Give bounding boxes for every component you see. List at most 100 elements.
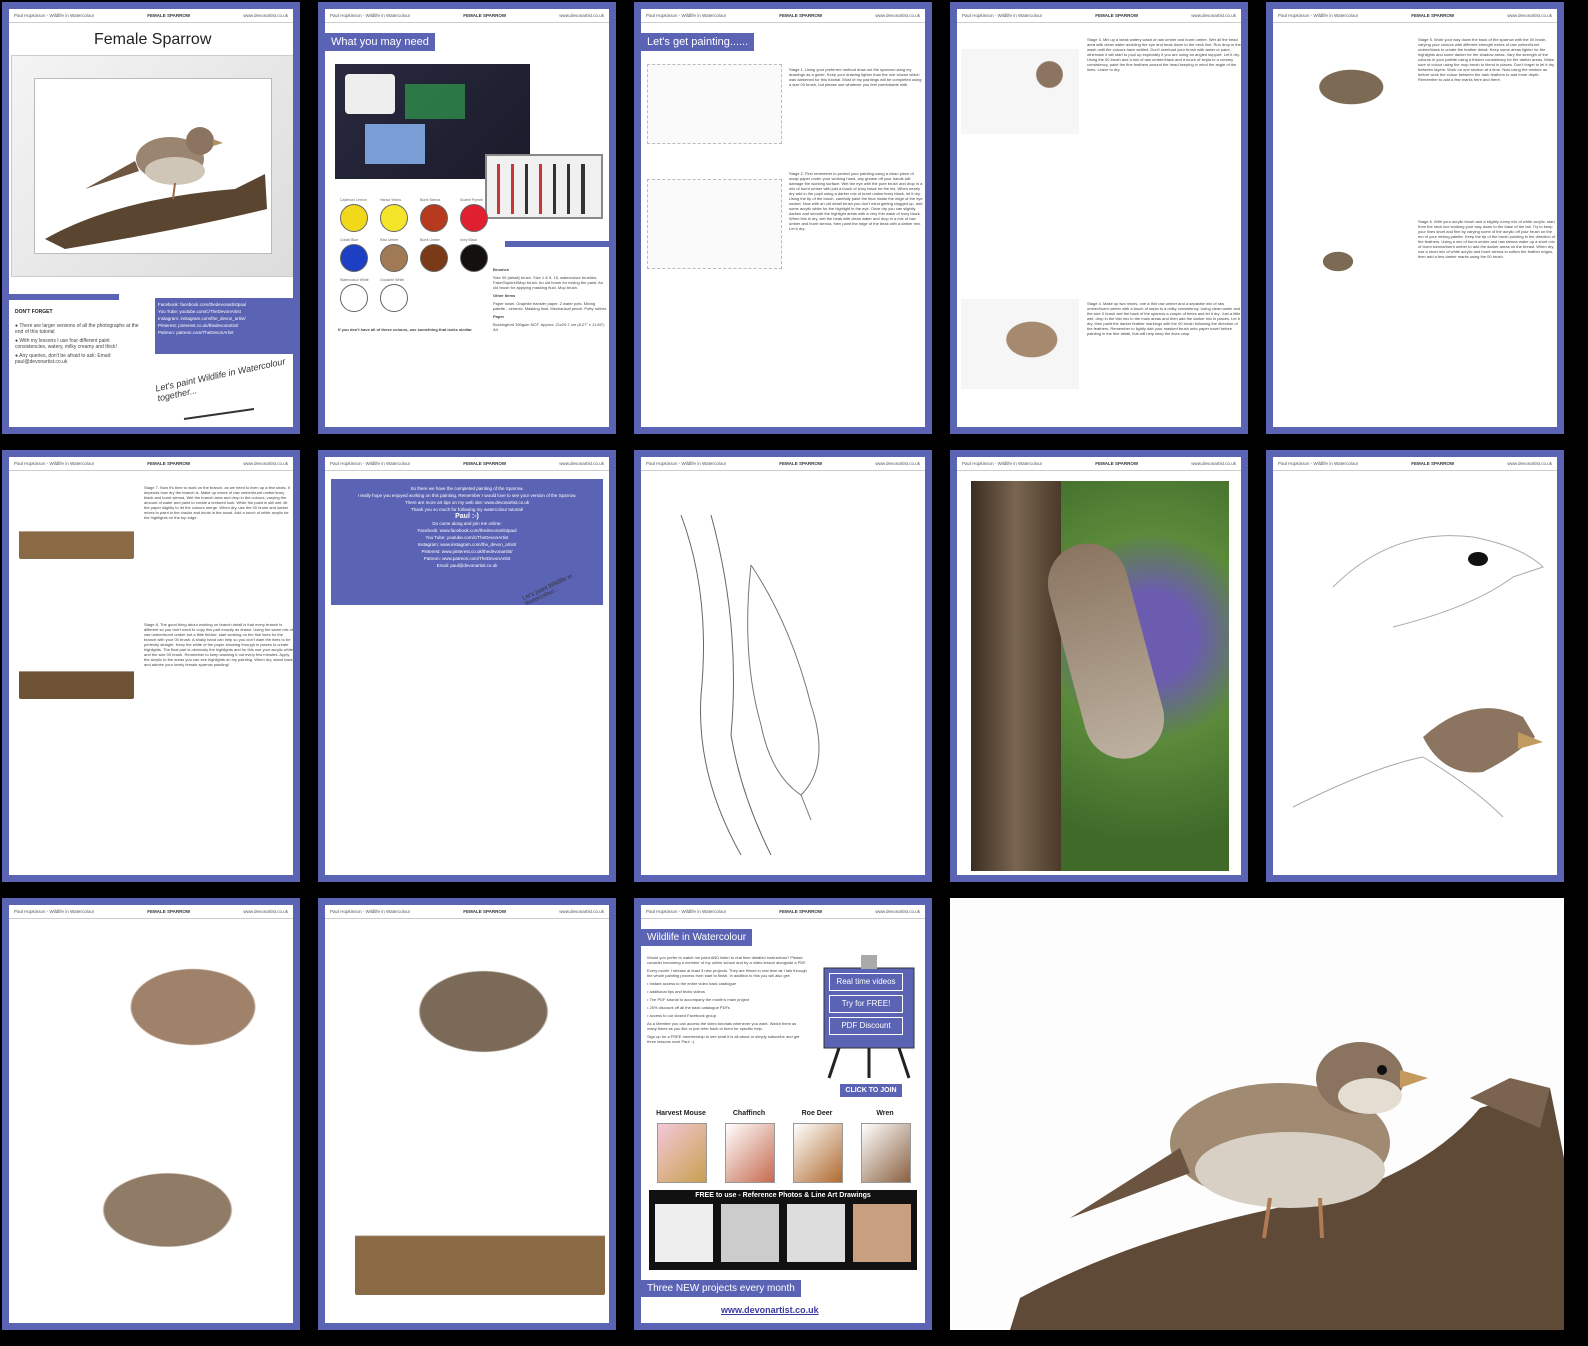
- paint-swatch: [340, 204, 368, 232]
- pdf-discount-button[interactable]: PDF Discount: [829, 1017, 903, 1035]
- colour-note: If you don't have all of these colours, …: [338, 327, 472, 332]
- social-pinterest[interactable]: Pinterest: pinterest.co.uk/thedevonartis…: [158, 322, 290, 329]
- stage-8-text: Stage 8. The good thing about working on…: [144, 622, 293, 667]
- brush-icon: [183, 408, 255, 420]
- three-new-banner: Three NEW projects every month: [641, 1280, 801, 1297]
- header-left: Paul Hopkinson - Wildlife in Watercolour: [1278, 461, 1359, 466]
- paint-swatch: [380, 244, 408, 272]
- free-resources-banner[interactable]: FREE to use - Reference Photos & Line Ar…: [649, 1190, 917, 1270]
- paper-text: Bockingford 300gsm NOT. Approx: 21x29.7 …: [493, 322, 605, 332]
- blue-divider: [9, 294, 119, 300]
- bullet-item-2: ● With my lessons I use four different p…: [15, 338, 140, 350]
- other-text: Paper towel. Graphite transfer paper. 2 …: [493, 301, 608, 311]
- page-14-content: Paul Hopkinson - Wildlife in Watercolour…: [641, 905, 925, 1323]
- header-center: FEMALE SPARROW: [779, 461, 823, 466]
- header-center: FEMALE SPARROW: [1095, 13, 1139, 18]
- page-10-content: Paul Hopkinson - Wildlife in Watercolour…: [1273, 457, 1557, 875]
- paint-label: Hansa Yellow: [380, 198, 402, 202]
- page-header: Paul Hopkinson - Wildlife in Watercolour…: [1273, 457, 1557, 471]
- click-to-join-button[interactable]: CLICK TO JOIN: [839, 1083, 903, 1098]
- project-thumb-chaffinch[interactable]: [725, 1123, 775, 1183]
- paint-swatch: [420, 204, 448, 232]
- page-header: Paul Hopkinson - Wildlife in Watercolour…: [1273, 9, 1557, 23]
- bullet-item-3: ● Any queries, don't be afraid to ask: E…: [15, 353, 140, 365]
- project-thumb-wren[interactable]: [861, 1123, 911, 1183]
- header-left: Paul Hopkinson - Wildlife in Watercolour: [962, 13, 1043, 18]
- sparrow-painting-image: [45, 127, 267, 249]
- benefit-text: access to our closed Facebook group: [649, 1013, 716, 1018]
- project-thumb-roe-deer[interactable]: [793, 1123, 843, 1183]
- header-center: FEMALE SPARROW: [463, 461, 507, 466]
- social-instagram[interactable]: Instagram: instagram.com/the_devon_artis…: [158, 315, 290, 322]
- header-left: Paul Hopkinson - Wildlife in Watercolour: [962, 461, 1043, 466]
- page-11-content: Paul Hopkinson - Wildlife in Watercolour…: [9, 905, 293, 1323]
- page-4-content: Paul Hopkinson - Wildlife in Watercolour…: [957, 9, 1241, 427]
- benefit-item: • The PDF tutorial to accompany the mont…: [647, 997, 807, 1002]
- social-youtube[interactable]: You Tube: youtube.com/c/TheDevonArtist: [158, 308, 290, 315]
- paint-label: Scarlet Pyrrole: [460, 198, 483, 202]
- header-left: Paul Hopkinson - Wildlife in Watercolour: [330, 461, 411, 466]
- header-left: Paul Hopkinson - Wildlife in Watercolour: [646, 13, 727, 18]
- header-right: www.devonartist.co.uk: [875, 13, 920, 18]
- paint-swatch: [380, 284, 408, 312]
- header-center: FEMALE SPARROW: [147, 461, 191, 466]
- progress-image-4: [355, 1145, 605, 1295]
- page-header: Paul Hopkinson - Wildlife in Watercolour…: [9, 457, 293, 471]
- materials-list: Brushes Size 00 (detail) brush. Size 1 &…: [493, 267, 608, 335]
- page-3-content: Paul Hopkinson - Wildlife in Watercolour…: [641, 9, 925, 427]
- header-right: www.devonartist.co.uk: [559, 13, 604, 18]
- paint-label: Cadmium Lemon: [340, 198, 367, 202]
- link-instagram[interactable]: Instagram: www.instagram.com/the_devon_a…: [337, 541, 597, 548]
- header-center: FEMALE SPARROW: [147, 13, 191, 18]
- paint-label: Burnt Umber: [420, 238, 440, 242]
- benefit-text: additional tips and tricks videos: [649, 989, 705, 994]
- thanks-line: Thank you so much for following my water…: [410, 507, 524, 512]
- header-left: Paul Hopkinson - Wildlife in Watercolour: [646, 909, 727, 914]
- page-11: Paul Hopkinson - Wildlife in Watercolour…: [2, 898, 300, 1330]
- project-thumb-harvest-mouse[interactable]: [657, 1123, 707, 1183]
- stage-3-text: Stage 3. Mix up a weak watery wash of ra…: [1087, 37, 1241, 72]
- signup-text: Sign up for a FREE membership to see wha…: [647, 1034, 800, 1044]
- section-heading: Let's get painting......: [641, 33, 755, 51]
- dont-forget-heading: DON'T FORGET: [15, 309, 53, 315]
- final-painting: [950, 898, 1564, 1330]
- benefit-item: • 25% discount off all the back catalogu…: [647, 1005, 807, 1010]
- page-header: Paul Hopkinson - Wildlife in Watercolour…: [325, 9, 609, 23]
- website-link[interactable]: www.devonartist.co.uk: [721, 1305, 819, 1315]
- page-12-content: Paul Hopkinson - Wildlife in Watercolour…: [325, 905, 609, 1323]
- paint-label: Ivory Black: [460, 238, 478, 242]
- brushes-title: Brushes: [493, 267, 608, 272]
- bullet-text: There are larger versions of all the pho…: [15, 323, 139, 335]
- line-drawing-2: [647, 179, 782, 269]
- project-label-roe-deer: Roe Deer: [801, 1110, 833, 1117]
- try-free-button[interactable]: Try for FREE!: [829, 995, 903, 1013]
- page-1-content: Paul Hopkinson - Wildlife in Watercolour…: [9, 9, 293, 427]
- page-14: Paul Hopkinson - Wildlife in Watercolour…: [634, 898, 932, 1330]
- paint-label: Burnt Sienna: [420, 198, 441, 202]
- link-youtube[interactable]: You Tube: youtube.com/c/TheDevonArtist: [337, 534, 597, 541]
- social-patreon[interactable]: Patreon: patreon.com/TheDevonArtist: [158, 329, 290, 336]
- paint-label: Cobalt Blue: [340, 238, 359, 242]
- header-center: FEMALE SPARROW: [463, 909, 507, 914]
- header-center: FEMALE SPARROW: [1411, 461, 1455, 466]
- link-pinterest[interactable]: Pinterest: www.pinterest.co.uk/thedevona…: [337, 548, 597, 555]
- real-time-videos-button[interactable]: Real time videos: [829, 973, 903, 991]
- stage-8-image: [19, 637, 134, 699]
- header-right: www.devonartist.co.uk: [243, 13, 288, 18]
- page-8: Paul Hopkinson - Wildlife in Watercolour…: [634, 450, 932, 882]
- social-facebook[interactable]: Facebook: facebook.com/thedevonartistpau…: [158, 301, 290, 308]
- header-right: www.devonartist.co.uk: [243, 909, 288, 914]
- link-patreon[interactable]: Patreon: www.patreon.com/TheDevonArtist: [337, 555, 597, 562]
- page-9-content: Paul Hopkinson - Wildlife in Watercolour…: [957, 457, 1241, 875]
- page-header: Paul Hopkinson - Wildlife in Watercolour…: [641, 905, 925, 919]
- stage-3-image: [961, 49, 1079, 134]
- header-right: www.devonartist.co.uk: [1191, 461, 1236, 466]
- stage-4-text: Stage 4. Make up two mixes, one a thin r…: [1087, 301, 1241, 336]
- link-email[interactable]: Email: paul@devonartist.co.uk: [337, 562, 597, 569]
- paint-swatch: [340, 284, 368, 312]
- link-facebook[interactable]: Facebook: www.facebook.com/thedevonartis…: [337, 527, 597, 534]
- benefit-item: • Instant access to the entire video bac…: [647, 981, 807, 986]
- header-right: www.devonartist.co.uk: [875, 461, 920, 466]
- header-left: Paul Hopkinson - Wildlife in Watercolour: [14, 909, 95, 914]
- paper-title-text: Paper: [493, 314, 505, 319]
